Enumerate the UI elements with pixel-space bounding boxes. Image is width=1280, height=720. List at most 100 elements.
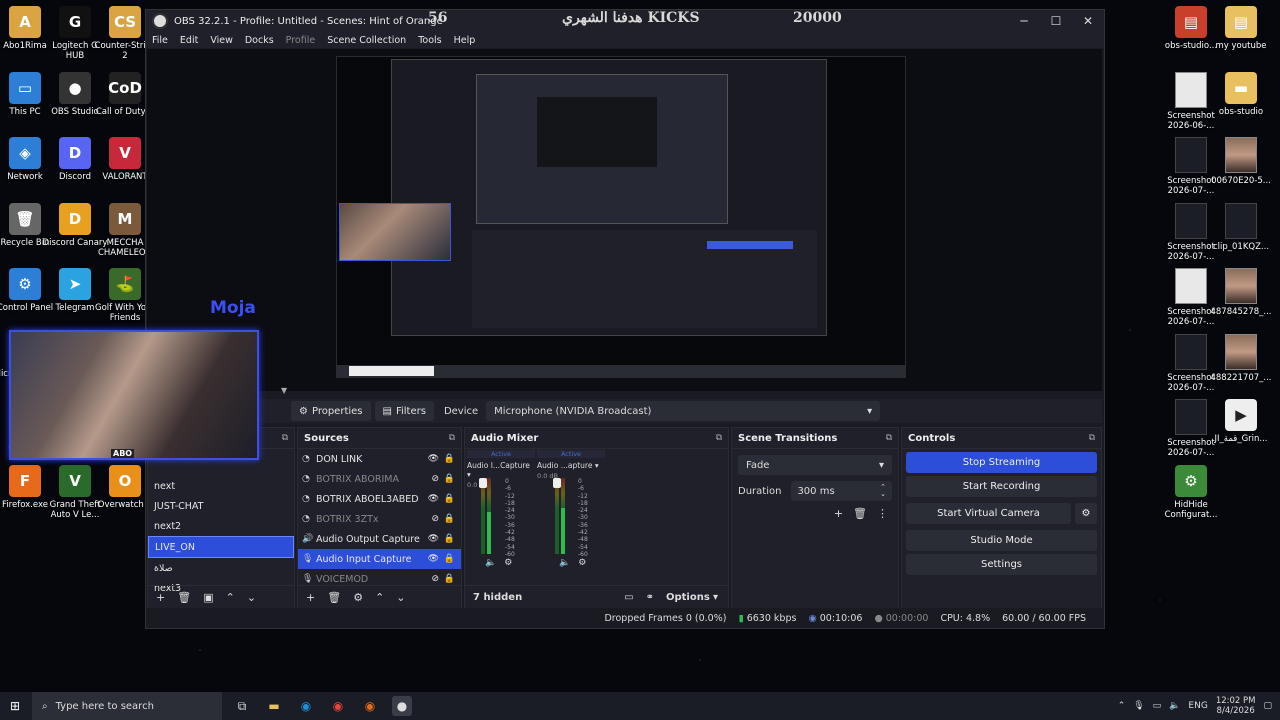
remove-transition-icon[interactable]: 🗑 xyxy=(853,507,867,520)
eye-hidden-icon[interactable]: ⊘ xyxy=(431,474,439,484)
channel-name[interactable]: Audio ...apture ▾ xyxy=(537,461,605,470)
taskbar-search[interactable]: ⌕ Type here to search xyxy=(32,692,222,720)
lock-icon[interactable]: 🔒 xyxy=(444,514,455,524)
dock-float-icon[interactable]: ⧉ xyxy=(449,433,455,443)
eye-icon[interactable]: 👁 xyxy=(428,454,439,464)
source-item[interactable]: ◔ BOTRIX ABOEL3ABED 👁 🔒 xyxy=(298,489,461,509)
dock-float-icon[interactable]: ⧉ xyxy=(1089,433,1095,443)
dock-float-icon[interactable]: ⧉ xyxy=(886,433,892,443)
source-item[interactable]: ◔ DON LINK 👁 🔒 xyxy=(298,449,461,469)
edge-icon[interactable]: ◉ xyxy=(296,696,316,716)
move-down-icon[interactable]: ⌄ xyxy=(396,591,405,604)
dock-float-icon[interactable]: ⧉ xyxy=(282,433,288,443)
settings-button[interactable]: Settings xyxy=(906,554,1097,575)
dock-float-icon[interactable]: ⧉ xyxy=(716,433,722,443)
file-explorer-icon[interactable]: ▬ xyxy=(264,696,284,716)
notifications-icon[interactable]: ▢ xyxy=(1263,701,1272,711)
desktop-icon[interactable]: ▤ my youtube xyxy=(1208,6,1274,51)
lock-icon[interactable]: 🔒 xyxy=(444,474,455,484)
source-item[interactable]: ◔ BOTRIX ABORIMA ⊘ 🔒 xyxy=(298,469,461,489)
eye-icon[interactable]: 👁 xyxy=(428,494,439,504)
lock-icon[interactable]: 🔒 xyxy=(444,554,455,564)
options-button[interactable]: Options ▾ xyxy=(666,592,718,603)
mixer-settings-icon[interactable]: ⚙ xyxy=(578,558,586,568)
menu-view[interactable]: View xyxy=(210,35,233,46)
firefox-icon[interactable]: ◉ xyxy=(360,696,380,716)
move-up-icon[interactable]: ⌃ xyxy=(375,591,384,604)
duration-input[interactable]: 300 ms ⌃ ⌄ xyxy=(791,481,892,501)
close-button[interactable]: ✕ xyxy=(1072,10,1104,32)
remove-source-icon[interactable]: 🗑 xyxy=(327,591,341,604)
language[interactable]: ENG xyxy=(1188,701,1207,711)
title-bar[interactable]: OBS 32.2.1 - Profile: Untitled - Scenes:… xyxy=(146,10,1104,32)
remove-scene-icon[interactable]: 🗑 xyxy=(177,591,191,604)
lock-icon[interactable]: 🔒 xyxy=(444,494,455,504)
desktop-icon[interactable]: ⚙ HidHide Configurat... xyxy=(1158,464,1224,520)
stop-streaming-button[interactable]: Stop Streaming xyxy=(906,452,1097,473)
channel-name[interactable]: Audio I...Capture ▾ xyxy=(467,461,535,479)
desktop-icon[interactable]: ▶ JI_قمة_Grin... xyxy=(1208,399,1274,444)
obs-taskbar-icon[interactable]: ● xyxy=(392,696,412,716)
eye-icon[interactable]: 👁 xyxy=(428,534,439,544)
scene-filter-icon[interactable]: ▣ xyxy=(203,591,213,604)
minimize-button[interactable]: ─ xyxy=(1008,10,1040,32)
menu-tools[interactable]: Tools xyxy=(418,35,441,46)
source-properties-icon[interactable]: ⚙ xyxy=(353,591,363,604)
lock-icon[interactable]: 🔒 xyxy=(444,534,455,544)
desktop-icon[interactable]: ▬ obs-studio xyxy=(1208,71,1274,117)
virtual-camera-settings-icon[interactable]: ⚙ xyxy=(1075,503,1097,524)
chevron-up-icon[interactable]: ⌃ xyxy=(1118,701,1126,711)
source-item[interactable]: ◔ BOTRIX 3ZTx ⊘ 🔒 xyxy=(298,509,461,529)
menu-edit[interactable]: Edit xyxy=(180,35,198,46)
move-down-icon[interactable]: ⌄ xyxy=(247,591,256,604)
add-scene-icon[interactable]: + xyxy=(156,591,165,604)
eye-hidden-icon[interactable]: ⊘ xyxy=(431,514,439,524)
volume-slider-handle[interactable] xyxy=(479,478,487,488)
scene-item[interactable]: next2 xyxy=(148,516,294,536)
preview-collapse-icon[interactable]: ▼ xyxy=(281,386,287,395)
speaker-icon[interactable]: 🔈 xyxy=(559,558,570,568)
scene-item[interactable]: صلاة xyxy=(148,558,294,578)
device-select[interactable]: Microphone (NVIDIA Broadcast) ▾ xyxy=(486,401,881,421)
network-icon[interactable]: ▭ xyxy=(1153,701,1162,711)
desktop-icon[interactable]: 487845278_... xyxy=(1208,268,1274,317)
properties-button[interactable]: ⚙ Properties xyxy=(291,401,371,421)
task-view-icon[interactable]: ⧉ xyxy=(232,696,252,716)
source-item[interactable]: 🎙 Audio Input Capture 👁 🔒 xyxy=(298,549,461,569)
volume-slider-handle[interactable] xyxy=(553,478,561,488)
scene-item[interactable]: JUST-CHAT xyxy=(148,496,294,516)
menu-profile[interactable]: Profile xyxy=(286,35,316,46)
maximize-button[interactable]: ☐ xyxy=(1040,10,1072,32)
start-virtual-camera-button[interactable]: Start Virtual Camera xyxy=(906,503,1071,524)
add-transition-icon[interactable]: + xyxy=(834,507,843,520)
menu-docks[interactable]: Docks xyxy=(245,35,274,46)
layout-icon[interactable]: ▭ xyxy=(624,592,633,603)
eye-icon[interactable]: 👁 xyxy=(428,554,439,564)
lock-icon[interactable]: 🔒 xyxy=(444,574,455,584)
transition-select[interactable]: Fade ▾ xyxy=(738,455,892,475)
menu-help[interactable]: Help xyxy=(454,35,476,46)
spinner-icon[interactable]: ⌃ ⌄ xyxy=(880,484,886,498)
menu-scene-collection[interactable]: Scene Collection xyxy=(327,35,406,46)
lock-icon[interactable]: 🔒 xyxy=(444,454,455,464)
move-up-icon[interactable]: ⌃ xyxy=(226,591,235,604)
eye-hidden-icon[interactable]: ⊘ xyxy=(431,574,439,584)
clock[interactable]: 12:02 PM 8/4/2026 xyxy=(1216,696,1256,716)
link-icon[interactable]: ⚭ xyxy=(646,592,654,603)
start-recording-button[interactable]: Start Recording xyxy=(906,476,1097,497)
hidden-count[interactable]: 7 hidden xyxy=(473,592,522,603)
desktop-icon[interactable]: 488221707_... xyxy=(1208,333,1274,383)
preview-canvas[interactable]: ▼ xyxy=(147,49,1102,395)
scene-item[interactable]: next xyxy=(148,476,294,496)
chrome-icon[interactable]: ◉ xyxy=(328,696,348,716)
windows-start-icon[interactable]: ⊞ xyxy=(10,699,20,713)
menu-file[interactable]: File xyxy=(152,35,168,46)
speaker-icon[interactable]: 🔈 xyxy=(485,558,496,568)
more-options-icon[interactable]: ⋮ xyxy=(877,507,888,520)
desktop-icon[interactable]: 00670E20-5... xyxy=(1208,137,1274,186)
studio-mode-button[interactable]: Studio Mode xyxy=(906,530,1097,551)
scene-item[interactable]: LIVE_ON xyxy=(148,536,294,558)
filters-button[interactable]: ▤ Filters xyxy=(374,401,434,421)
mixer-settings-icon[interactable]: ⚙ xyxy=(504,558,512,568)
add-source-icon[interactable]: + xyxy=(306,591,315,604)
